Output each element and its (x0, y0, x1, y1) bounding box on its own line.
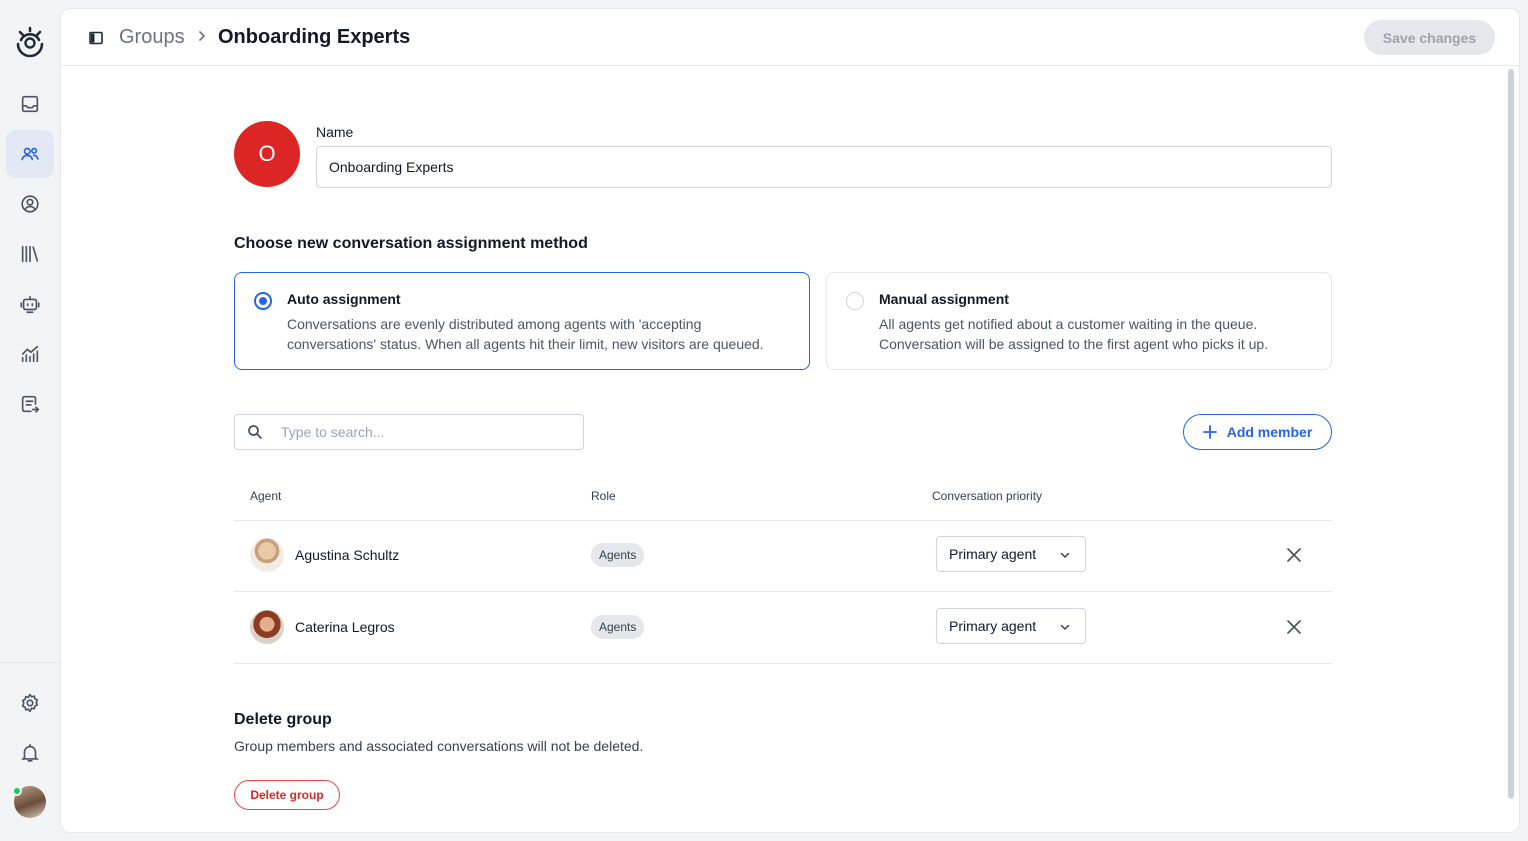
agent-avatar (250, 538, 284, 572)
sidebar-item-settings[interactable] (6, 679, 54, 727)
table-row: Caterina Legros Agents Primary agent (234, 592, 1332, 664)
sidebar-item-bots[interactable] (6, 280, 54, 328)
list-arrow-icon (21, 395, 40, 413)
sidebar-item-reports[interactable] (6, 330, 54, 378)
column-header-role: Role (591, 489, 616, 503)
manual-assignment-description: All agents get notified about a customer… (879, 314, 1268, 354)
manual-assignment-title: Manual assignment (879, 291, 1009, 307)
sidebar-item-knowledge[interactable] (6, 230, 54, 278)
auto-assignment-card[interactable]: Auto assignment Conversations are evenly… (234, 272, 810, 370)
page-title: Onboarding Experts (218, 26, 411, 48)
add-member-label: Add member (1226, 424, 1313, 440)
sidebar (0, 0, 60, 841)
chevron-down-icon (1060, 552, 1070, 559)
user-circle-icon (21, 195, 39, 213)
agent-name: Agustina Schultz (295, 547, 400, 563)
plus-icon (1202, 425, 1217, 439)
sidebar-item-canned[interactable] (6, 380, 54, 428)
manual-assignment-desc-line: Conversation will be assigned to the fir… (879, 336, 1269, 352)
sidebar-item-contacts[interactable] (6, 180, 54, 228)
manual-assignment-desc-line: All agents get notified about a customer… (879, 316, 1258, 332)
delete-group-button[interactable]: Delete group (234, 780, 340, 810)
table-row: Agustina Schultz Agents Primary agent (234, 520, 1332, 592)
member-search[interactable] (234, 414, 584, 450)
chart-icon (21, 345, 39, 363)
priority-select[interactable]: Primary agent (936, 608, 1086, 644)
gear-icon (21, 693, 39, 713)
brand-logo-icon[interactable] (12, 24, 48, 60)
sidebar-item-groups[interactable] (6, 130, 54, 178)
sidebar-divider (0, 662, 60, 663)
bot-icon (20, 295, 40, 314)
search-icon (248, 425, 262, 439)
page-header: Groups Onboarding Experts Save changes (61, 9, 1519, 66)
auto-assignment-title: Auto assignment (287, 291, 401, 307)
sidebar-item-inbox[interactable] (6, 80, 54, 128)
assignment-method-title: Choose new conversation assignment metho… (234, 235, 588, 252)
save-changes-button[interactable]: Save changes (1364, 20, 1495, 55)
add-member-button[interactable]: Add member (1183, 414, 1332, 450)
priority-value: Primary agent (949, 618, 1037, 634)
inbox-icon (21, 95, 39, 113)
breadcrumb-groups[interactable]: Groups (119, 26, 185, 49)
users-icon (21, 147, 39, 161)
library-icon (21, 245, 39, 263)
role-badge: Agents (591, 543, 645, 567)
priority-value: Primary agent (949, 546, 1037, 562)
auto-assignment-radio[interactable] (254, 292, 272, 310)
chevron-down-icon (1060, 624, 1070, 631)
name-label: Name (316, 124, 354, 140)
sidebar-toggle-icon[interactable] (88, 30, 104, 46)
remove-member-icon[interactable] (1285, 546, 1303, 564)
group-name-input[interactable]: Onboarding Experts (316, 146, 1332, 188)
auto-assignment-desc-line: conversations' status. When all agents h… (287, 336, 764, 352)
column-header-agent: Agent (250, 489, 282, 503)
auto-assignment-desc-line: Conversations are evenly distributed amo… (287, 316, 702, 332)
scrollbar[interactable] (1508, 69, 1514, 799)
delete-group-description: Group members and associated conversatio… (234, 738, 644, 754)
online-status-indicator (12, 786, 22, 796)
delete-group-title: Delete group (234, 711, 332, 728)
chevron-right-icon (199, 31, 206, 41)
role-badge: Agents (591, 615, 645, 639)
agent-name: Caterina Legros (295, 619, 395, 635)
auto-assignment-description: Conversations are evenly distributed amo… (287, 314, 764, 354)
manual-assignment-radio[interactable] (846, 292, 864, 310)
sidebar-item-notifications[interactable] (6, 729, 54, 777)
remove-member-icon[interactable] (1285, 618, 1303, 636)
agent-avatar (250, 610, 284, 644)
member-search-input[interactable] (281, 415, 571, 449)
main-panel: Groups Onboarding Experts Save changes O… (60, 8, 1520, 833)
column-header-priority: Conversation priority (932, 489, 1043, 503)
table-divider (234, 663, 1332, 664)
group-avatar[interactable]: O (234, 121, 300, 187)
bell-icon (21, 743, 39, 762)
priority-select[interactable]: Primary agent (936, 536, 1086, 572)
manual-assignment-card[interactable]: Manual assignment All agents get notifie… (826, 272, 1332, 370)
